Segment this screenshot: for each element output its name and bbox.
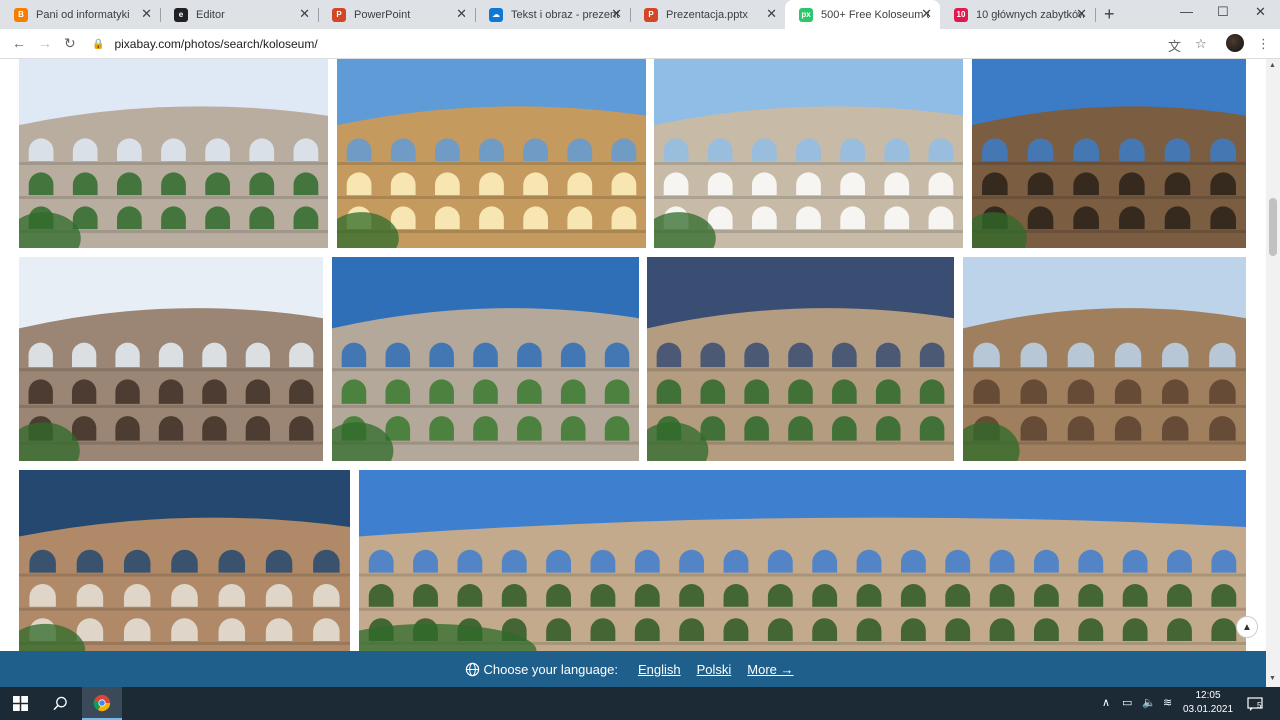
reload-icon[interactable]: ↻ [64,35,76,52]
language-more-link[interactable]: More → [747,662,793,677]
language-label: Choose your language: [483,661,618,677]
photo-illustration [19,257,323,461]
tab-title: 500+ Free Koloseum & [821,8,929,21]
menu-kebab-icon[interactable]: ⋮ [1257,36,1270,52]
language-english-link[interactable]: English [638,662,681,677]
editor-icon: e [174,7,188,22]
browser-tab[interactable]: P PowerPoint ✕ [318,0,476,29]
close-tab-icon[interactable]: ✕ [611,7,622,21]
close-tab-icon[interactable]: ✕ [921,7,932,21]
search-icon [52,696,67,711]
address-bar[interactable]: 🔒 pixabay.com/photos/search/koloseum/ [92,32,1222,56]
close-window-button[interactable]: ✕ [1255,4,1266,20]
photo-illustration [654,59,963,248]
photo-colosseum-trees[interactable] [19,59,328,248]
close-tab-icon[interactable]: ✕ [299,7,310,21]
close-tab-icon[interactable]: ✕ [1076,7,1087,21]
pixabay-icon: px [799,7,813,22]
browser-toolbar: ← → ↻ 🔒 pixabay.com/photos/search/kolose… [0,29,1280,59]
photo-illustration [19,59,328,248]
photo-colosseum-interior[interactable] [963,257,1246,461]
windows-logo-icon [12,696,28,711]
photo-illustration [963,257,1246,461]
photo-arena-sunburst[interactable] [337,59,646,248]
tab-title: 10 głównych zabytków [976,8,1084,21]
lock-icon: 🔒 [92,38,105,50]
search-button[interactable] [40,687,80,720]
powerpoint-icon: P [644,7,658,22]
back-icon[interactable]: ← [12,35,26,51]
blogger-icon: B [14,7,28,22]
chrome-icon [93,694,111,711]
translate-icon[interactable]: 文 [1168,36,1181,55]
onedrive-icon: ☁ [489,7,503,22]
photo-illustration [359,470,1246,651]
start-button[interactable] [0,687,40,720]
powerpoint-icon: P [332,7,346,22]
photo-illustration [332,257,639,461]
taskbar-chrome-button[interactable] [82,687,122,720]
photo-colosseum-pale-sky[interactable] [19,257,323,461]
photo-colosseum-blue-sky[interactable] [332,257,639,461]
maximize-button[interactable]: ☐ [1217,4,1229,20]
close-tab-icon[interactable]: ✕ [766,7,777,21]
clock-date: 03.01.2021 [1182,704,1234,715]
photo-colosseum-clouds[interactable] [654,59,963,248]
browser-tab[interactable]: ☁ Tekst i obraz - prezentacja✕ [475,0,631,29]
tab-title: Tekst i obraz - prezentacja [511,8,619,21]
new-tab-button[interactable]: + [1104,4,1115,25]
close-tab-icon[interactable]: ✕ [456,7,467,21]
photo-illustration [19,470,350,651]
windows-taskbar: ∧ ▭ 🔈 ≋ 12:05 03.01.2021 5 [0,687,1280,720]
tab-separator [1095,8,1096,22]
language-bar: Choose your language: English Polski Mor… [0,651,1266,687]
tab-title: Prezentacja.pptx [666,8,748,21]
photo-colosseum-storm[interactable] [647,257,954,461]
browser-tab[interactable]: px 500+ Free Koloseum & ✕ [785,0,940,29]
clock-time: 12:05 [1195,690,1221,701]
globe-icon [465,662,479,676]
browser-tab[interactable]: e Editor ✕ [160,0,319,29]
browser-tab[interactable]: B Pani od informatyki ✕ [0,0,161,29]
browser-tab[interactable]: P Prezentacja.pptx ✕ [630,0,786,29]
back-to-top-button[interactable]: ▲ [1236,616,1258,638]
notification-count: 5 [1257,701,1262,710]
tripadvisor-icon: 10 [954,7,968,22]
close-tab-icon[interactable]: ✕ [141,7,152,21]
photo-grid [0,59,1266,651]
scroll-down-arrow[interactable]: ▼ [1269,675,1276,682]
photo-illustration [972,59,1246,248]
volume-icon[interactable]: 🔈 [1142,696,1156,709]
notifications-button[interactable]: 5 [1240,687,1270,720]
tab-title: Editor [196,8,225,21]
language-polski-link[interactable]: Polski [697,662,732,677]
wifi-icon[interactable]: ≋ [1163,696,1172,709]
photo-forum-arch-colosseum[interactable] [359,470,1246,651]
page-scrollbar[interactable]: ▲ ▼ [1266,59,1280,687]
browser-tab[interactable]: 10 10 głównych zabytków ✕ [940,0,1096,29]
minimize-button[interactable]: — [1180,4,1193,19]
photo-colosseum-arches-dark[interactable] [972,59,1246,248]
profile-avatar[interactable] [1226,34,1244,52]
photo-castel-santangelo[interactable] [19,470,350,651]
tray-chevron-up-icon[interactable]: ∧ [1102,696,1110,709]
address-url: pixabay.com/photos/search/koloseum/ [114,37,318,51]
scroll-up-arrow[interactable]: ▲ [1269,62,1276,69]
tab-title: Pani od informatyki [36,8,130,21]
browser-tab-bar: + — ☐ ✕ B Pani od informatyki ✕ e Editor ✕ P Po… [0,0,1280,29]
battery-icon[interactable]: ▭ [1122,696,1132,709]
taskbar-clock[interactable]: 12:05 03.01.2021 [1178,689,1238,717]
forward-icon[interactable]: → [38,35,52,51]
photo-illustration [647,257,954,461]
bookmark-star-icon[interactable]: ☆ [1195,36,1207,52]
tab-title: PowerPoint [354,8,411,21]
scrollbar-thumb[interactable] [1269,198,1277,256]
photo-illustration [337,59,646,248]
